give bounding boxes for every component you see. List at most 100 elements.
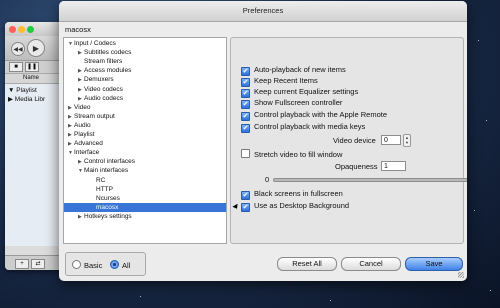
vlc-sidebar: ▼ Playlist ▶ Media Libr <box>5 84 63 246</box>
vlc-titlebar[interactable] <box>5 22 63 36</box>
tree-item[interactable]: HTTP <box>64 185 226 194</box>
option-auto-playback[interactable]: ✔ Auto-playback of new items <box>241 65 346 76</box>
option-label: Auto-playback of new items <box>254 65 346 74</box>
opaqueness-input[interactable]: 1 <box>381 161 406 171</box>
tree-item-label: Input / Codecs <box>74 40 116 47</box>
tree-item[interactable]: ▼Interface <box>64 148 226 157</box>
tree-item[interactable]: ▶ Control interfaces <box>64 157 226 166</box>
checkbox-icon[interactable]: ✔ <box>241 100 250 109</box>
checkbox-icon[interactable]: ✔ <box>241 89 250 98</box>
tree-item-label: Hotkeys settings <box>84 212 132 220</box>
option-keep-equalizer[interactable]: ✔ Keep current Equalizer settings <box>241 87 359 98</box>
option-label: Control playback with the Apple Remote <box>254 110 387 119</box>
checkbox-icon[interactable]: ✔ <box>241 78 250 87</box>
star <box>490 290 491 291</box>
play-icon[interactable]: ▶ <box>27 39 45 57</box>
sidebar-item-media-library[interactable]: ▶ Media Libr <box>5 95 63 104</box>
vlc-main-window[interactable]: ◀◀ ▶ ■ ❚❚ Name ▼ Playlist ▶ Media Libr +… <box>5 22 63 270</box>
stop-icon[interactable]: ■ <box>9 62 23 72</box>
tree-item-label: Audio <box>74 121 91 129</box>
radio-basic-label: Basic <box>84 261 103 270</box>
opaqueness-label: Opaqueness <box>335 162 378 171</box>
add-icon[interactable]: + <box>15 259 29 269</box>
tree-item-label: Playlist <box>74 131 95 138</box>
tree-item[interactable]: ▶ Video <box>64 103 226 112</box>
option-label: Show Fullscreen controller <box>254 98 343 107</box>
sidebar-item-playlist[interactable]: ▼ Playlist <box>5 86 63 95</box>
column-header-name[interactable]: Name <box>5 74 63 84</box>
option-fullscreen-controller[interactable]: ✔ Show Fullscreen controller <box>241 98 343 109</box>
repeat-icon[interactable]: ⇄ <box>31 259 45 269</box>
checkbox-icon[interactable] <box>241 149 250 158</box>
tree-item-label: Audio codecs <box>84 94 124 102</box>
video-device-stepper[interactable]: ▲ ▼ <box>403 134 411 147</box>
option-label: Use as Desktop Background <box>254 201 350 210</box>
tree-item[interactable]: ▶ Demuxers <box>64 75 226 84</box>
minimize-icon[interactable] <box>18 26 25 33</box>
radio-all-label: All <box>122 261 131 270</box>
checkbox-icon[interactable]: ✔ <box>241 112 250 121</box>
checkbox-icon[interactable]: ✔ <box>241 191 250 200</box>
option-stretch-video[interactable]: Stretch video to fill window <box>241 149 342 159</box>
zoom-icon[interactable] <box>27 26 34 33</box>
tree-item-label: Stream filters <box>84 58 123 66</box>
radio-icon[interactable] <box>110 260 119 269</box>
tree-item[interactable]: ▶ Audio codecs <box>64 94 226 103</box>
radio-basic[interactable]: Basic <box>72 260 102 270</box>
tree-item[interactable]: ▼Main interfaces <box>64 166 226 175</box>
radio-icon[interactable] <box>72 260 81 269</box>
option-desktop-background[interactable]: ✔ Use as Desktop Background <box>241 201 350 212</box>
tree-item[interactable]: ▶ Video codecs <box>64 85 226 94</box>
tree-item[interactable]: ▶ Subtitles codecs <box>64 48 226 57</box>
tree-item[interactable]: ▶ Hotkeys settings <box>64 212 226 221</box>
tree-item-label: Ncurses <box>96 194 120 202</box>
tree-item-label: Main interfaces <box>84 167 129 175</box>
tree-item[interactable]: macosx <box>64 202 226 212</box>
tree-item[interactable]: Stream filters <box>64 57 226 66</box>
tree-item-label: Video codecs <box>84 85 123 93</box>
pause-icon[interactable]: ❚❚ <box>25 62 39 72</box>
radio-all[interactable]: All <box>110 260 130 270</box>
tree-item-label: Control interfaces <box>84 158 135 166</box>
tree-item[interactable]: ▶ Stream output <box>64 112 226 121</box>
checkbox-icon[interactable]: ✔ <box>241 124 250 133</box>
checkbox-icon[interactable]: ✔ <box>241 67 250 76</box>
option-media-keys[interactable]: ✔ Control playback with media keys <box>241 122 366 133</box>
reset-all-button[interactable]: Reset All <box>277 257 337 271</box>
vlc-bottom-bar: + ⇄ <box>5 255 63 270</box>
tree-item-label: Subtitles codecs <box>84 49 132 57</box>
tree-item-label: HTTP <box>96 185 113 193</box>
option-apple-remote[interactable]: ✔ Control playback with the Apple Remote <box>241 110 387 121</box>
option-label: Black screens in fullscreen <box>254 189 343 198</box>
window-title[interactable]: Preferences <box>59 1 467 22</box>
tree-item[interactable]: ▶ Access modules <box>64 66 226 75</box>
tree-item[interactable]: ▶ Advanced <box>64 139 226 148</box>
rewind-icon[interactable]: ◀◀ <box>11 42 25 56</box>
tree-item[interactable]: ▶ Playlist <box>64 130 226 139</box>
checkbox-icon[interactable]: ✔ <box>241 203 250 212</box>
option-label: Control playback with media keys <box>254 122 366 131</box>
option-label: Keep current Equalizer settings <box>254 87 359 96</box>
tree-item[interactable]: RC <box>64 176 226 185</box>
tree-item[interactable]: Ncurses <box>64 194 226 203</box>
tree-item-label: RC <box>96 176 106 184</box>
tree-item[interactable]: ▶ Audio <box>64 121 226 130</box>
option-black-screens[interactable]: ✔ Black screens in fullscreen <box>241 189 343 200</box>
video-device-input[interactable]: 0 <box>381 135 401 145</box>
close-icon[interactable] <box>9 26 16 33</box>
vlc-secondary-controls: ■ ❚❚ <box>5 61 63 74</box>
slider-min-label: 0 <box>265 175 270 184</box>
tree-item-label: Stream output <box>74 112 115 120</box>
cancel-button[interactable]: Cancel <box>341 257 401 271</box>
opaqueness-slider-track[interactable] <box>273 178 467 182</box>
option-label: Stretch video to fill window <box>254 150 343 159</box>
tree-item[interactable]: ▼Input / Codecs <box>64 39 226 48</box>
option-keep-recent-items[interactable]: ✔ Keep Recent Items <box>241 76 318 87</box>
save-button[interactable]: Save <box>405 257 463 271</box>
settings-tree[interactable]: ▼Input / Codecs ▶ Subtitles codecs Stream f… <box>63 37 227 244</box>
tree-item-label: Advanced <box>74 140 103 148</box>
vlc-transport-bar: ◀◀ ▶ <box>5 36 63 61</box>
resize-grip-icon[interactable] <box>458 272 464 278</box>
mode-selector: Basic All <box>65 252 146 276</box>
tree-item-label: Demuxers <box>84 76 114 84</box>
